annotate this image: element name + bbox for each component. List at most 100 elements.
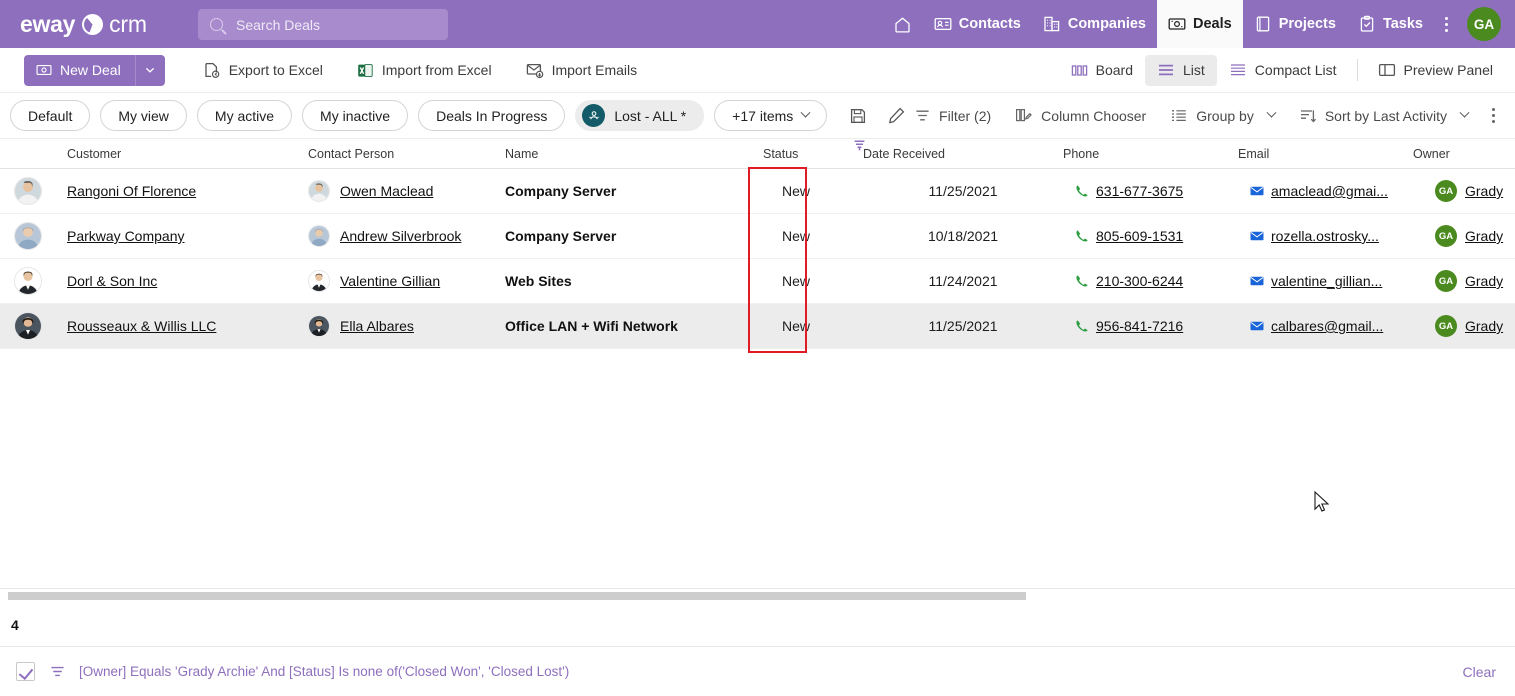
cell-email[interactable]: calbares@gmail... xyxy=(1271,318,1383,334)
table-row[interactable]: Rousseaux & Willis LLC Ella Albares Offi… xyxy=(0,304,1515,349)
active-filter-bar: [Owner] Equals 'Grady Archie' And [Statu… xyxy=(0,647,1515,696)
view-list-button[interactable]: List xyxy=(1145,54,1217,86)
cell-owner[interactable]: Grady xyxy=(1465,228,1503,244)
book-icon xyxy=(1256,16,1269,32)
clipboard-check-icon xyxy=(1360,15,1374,32)
column-header-contact-person[interactable]: Contact Person xyxy=(308,147,505,168)
import-excel-icon xyxy=(358,63,373,77)
view-chip-my-active[interactable]: My active xyxy=(196,100,293,131)
cell-name: Web Sites xyxy=(505,273,572,289)
view-chip-my-active-label: My active xyxy=(214,107,275,124)
nav-item-deals[interactable]: Deals xyxy=(1157,0,1243,48)
export-to-excel-button[interactable]: Export to Excel xyxy=(191,55,335,86)
table-row[interactable]: Rangoni Of Florence Owen Maclead Company… xyxy=(0,169,1515,214)
cell-customer[interactable]: Rangoni Of Florence xyxy=(67,183,196,199)
import-export-actions: Export to Excel Import from Excel Import… xyxy=(191,55,649,86)
nav-overflow-menu-icon[interactable] xyxy=(1434,0,1459,48)
column-chooser-button[interactable]: Column Chooser xyxy=(1003,107,1158,125)
cell-contact-person[interactable]: Valentine Gillian xyxy=(340,273,440,289)
cell-email[interactable]: amaclead@gmai... xyxy=(1271,183,1388,199)
view-chip-my-inactive[interactable]: My inactive xyxy=(302,100,409,131)
new-deal-dropdown[interactable] xyxy=(134,54,165,86)
filter-button[interactable]: Filter (2) xyxy=(902,107,1003,124)
customer-avatar xyxy=(14,177,42,205)
view-chip-my-inactive-label: My inactive xyxy=(320,107,391,124)
cell-phone[interactable]: 210-300-6244 xyxy=(1096,273,1183,289)
cell-phone[interactable]: 805-609-1531 xyxy=(1096,228,1183,244)
action-toolbar: New Deal Export to Excel Import from Exc… xyxy=(0,48,1515,93)
cell-contact-person[interactable]: Owen Maclead xyxy=(340,183,433,199)
view-switcher: Board List Compact List Preview Panel xyxy=(1059,54,1506,86)
new-deal-main[interactable]: New Deal xyxy=(24,54,135,86)
cell-owner[interactable]: Grady xyxy=(1465,183,1503,199)
deals-table: Customer Contact Person Name Status Date… xyxy=(0,139,1515,349)
export-to-excel-label: Export to Excel xyxy=(228,62,323,78)
cell-customer[interactable]: Rousseaux & Willis LLC xyxy=(67,318,216,334)
column-chooser-icon xyxy=(1016,108,1033,121)
column-header-phone[interactable]: Phone xyxy=(1063,147,1238,168)
nav-label-tasks: Tasks xyxy=(1382,16,1423,32)
filter-enabled-checkbox[interactable] xyxy=(16,662,35,681)
search-icon xyxy=(210,18,223,31)
cell-customer[interactable]: Dorl & Son Inc xyxy=(67,273,157,289)
mouse-cursor xyxy=(1314,491,1329,512)
preview-panel-button[interactable]: Preview Panel xyxy=(1366,55,1506,86)
view-chip-more-items-label: +17 items xyxy=(732,107,794,124)
cell-customer[interactable]: Parkway Company xyxy=(67,228,185,244)
view-chip-lost-all[interactable]: Lost - ALL * xyxy=(575,100,705,131)
view-chip-default[interactable]: Default xyxy=(10,100,91,131)
cell-phone[interactable]: 956-841-7216 xyxy=(1096,318,1183,334)
column-header-customer[interactable]: Customer xyxy=(67,147,308,168)
clear-filter-button[interactable]: Clear xyxy=(1463,664,1496,680)
user-avatar[interactable]: GA xyxy=(1467,7,1501,41)
cell-contact-person[interactable]: Ella Albares xyxy=(340,318,414,334)
table-row[interactable]: Parkway Company Andrew Silverbrook Compa… xyxy=(0,214,1515,259)
cell-email[interactable]: valentine_gillian... xyxy=(1271,273,1382,289)
cell-email[interactable]: rozella.ostrosky... xyxy=(1271,228,1379,244)
nav-item-projects[interactable]: Projects xyxy=(1243,0,1347,48)
view-chip-more-items[interactable]: +17 items xyxy=(714,100,828,131)
table-row[interactable]: Dorl & Son Inc Valentine Gillian Web Sit… xyxy=(0,259,1515,304)
save-disk-icon xyxy=(851,108,866,123)
contact-avatar xyxy=(308,270,330,292)
sort-button[interactable]: Sort by Last Activity xyxy=(1287,107,1480,125)
grid-overflow-menu-icon[interactable] xyxy=(1480,108,1507,123)
deals-icon xyxy=(1168,18,1186,30)
new-deal-button[interactable]: New Deal xyxy=(24,54,165,86)
save-view-button[interactable] xyxy=(839,107,877,125)
view-compact-list-button[interactable]: Compact List xyxy=(1217,55,1349,86)
cell-contact-person[interactable]: Andrew Silverbrook xyxy=(340,228,461,244)
view-board-button[interactable]: Board xyxy=(1059,55,1145,86)
column-header-owner[interactable]: Owner xyxy=(1413,147,1513,168)
column-header-name[interactable]: Name xyxy=(505,147,763,168)
brand-suffix: crm xyxy=(109,10,147,37)
view-chip-deals-in-progress[interactable]: Deals In Progress xyxy=(418,100,566,131)
list-view-icon xyxy=(1159,64,1173,76)
cell-owner[interactable]: Grady xyxy=(1465,273,1503,289)
view-chip-my-view[interactable]: My view xyxy=(100,100,187,131)
cell-status: New xyxy=(782,273,811,289)
view-chip-my-view-label: My view xyxy=(118,107,169,124)
search-input[interactable]: Search Deals xyxy=(198,9,448,40)
nav-label-companies: Companies xyxy=(1067,16,1147,32)
cell-date-received: 11/25/2021 xyxy=(928,183,998,199)
horizontal-scrollbar[interactable] xyxy=(0,588,1515,603)
sort-icon xyxy=(1300,109,1316,123)
sort-label: Sort by Last Activity xyxy=(1324,107,1447,124)
import-from-excel-button[interactable]: Import from Excel xyxy=(345,55,504,86)
nav-item-companies[interactable]: Companies xyxy=(1032,0,1157,48)
cell-owner[interactable]: Grady xyxy=(1465,318,1503,334)
group-by-button[interactable]: Group by xyxy=(1158,107,1287,125)
nav-home[interactable] xyxy=(882,0,923,48)
nav-item-tasks[interactable]: Tasks xyxy=(1347,0,1434,48)
deal-icon xyxy=(36,64,52,76)
preview-panel-label: Preview Panel xyxy=(1403,62,1494,78)
column-header-status[interactable]: Status xyxy=(763,140,865,168)
column-header-date-received[interactable]: Date Received xyxy=(863,147,1063,168)
nav-item-contacts[interactable]: Contacts xyxy=(923,0,1032,48)
horizontal-scrollbar-thumb[interactable] xyxy=(8,592,1026,600)
column-header-email[interactable]: Email xyxy=(1238,147,1413,168)
cell-phone[interactable]: 631-677-3675 xyxy=(1096,183,1183,199)
import-emails-button[interactable]: Import Emails xyxy=(514,55,650,86)
app-logo[interactable]: eway crm xyxy=(20,11,180,38)
